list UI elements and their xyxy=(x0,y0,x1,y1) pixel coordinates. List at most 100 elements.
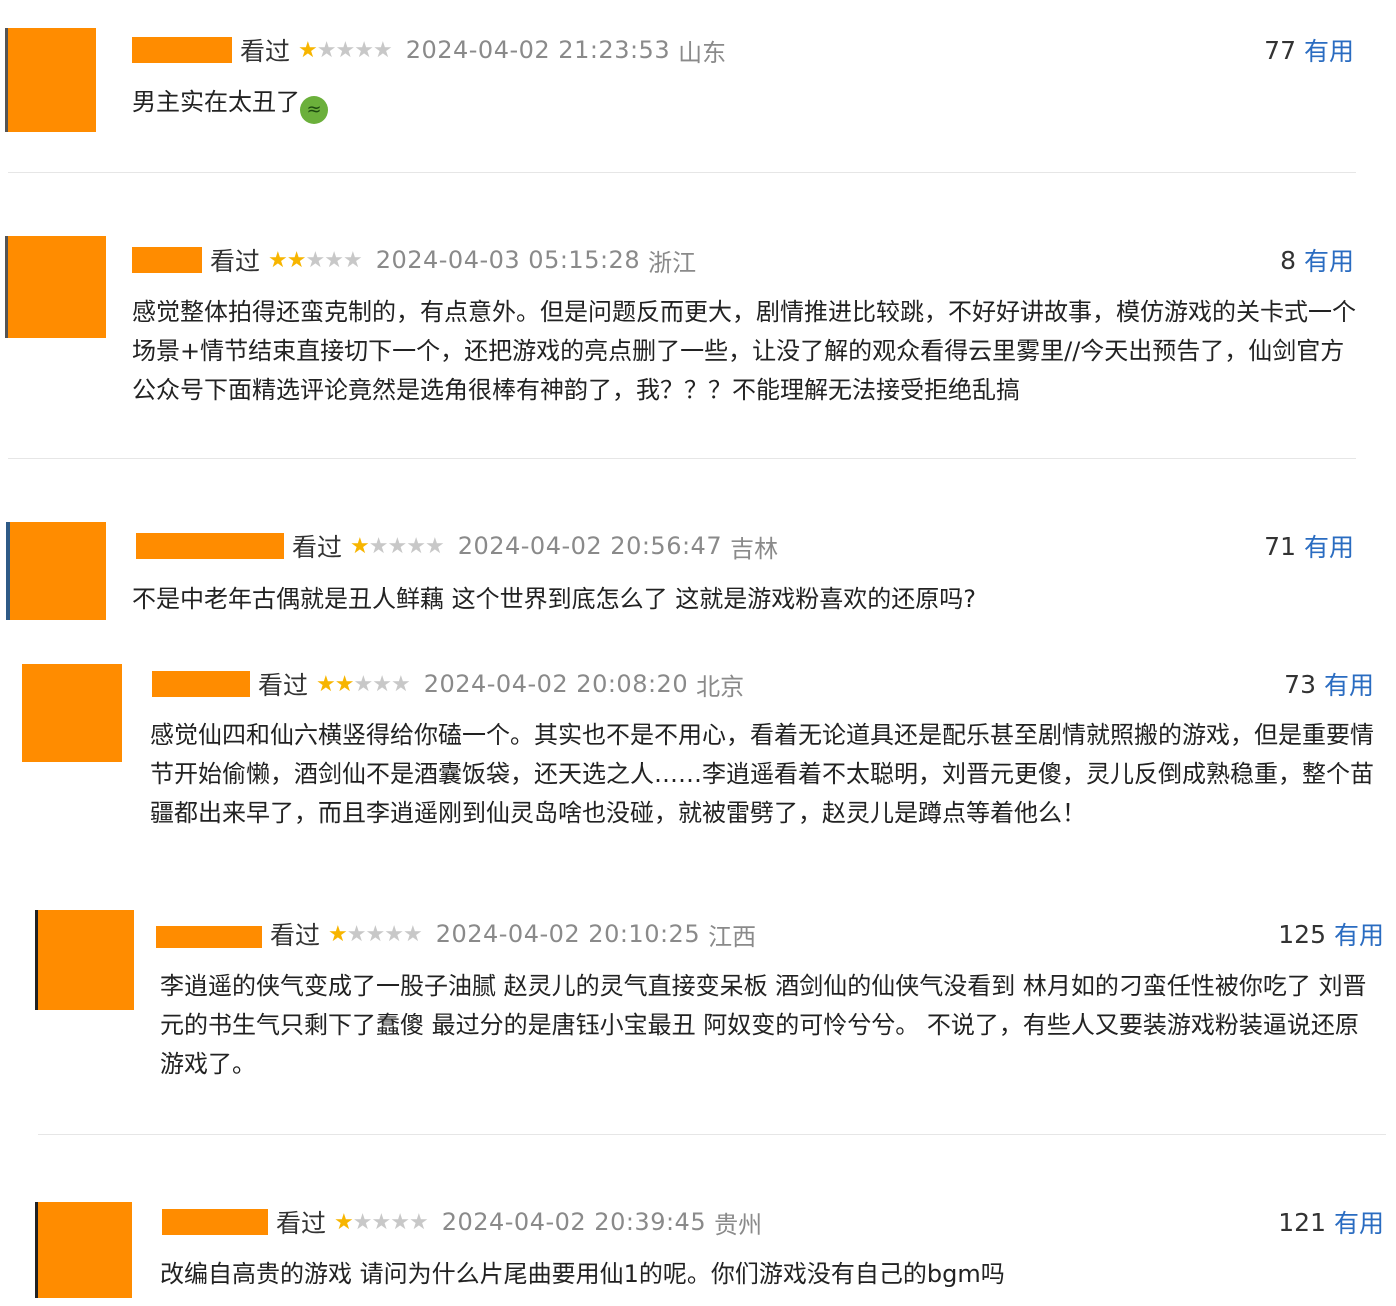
star-empty-icon: ★ xyxy=(372,671,392,697)
vote-area: 71 有用 xyxy=(1264,526,1354,566)
vote-count: 77 xyxy=(1264,35,1296,65)
user-avatar[interactable] xyxy=(38,1202,132,1298)
vote-area: 8 有用 xyxy=(1280,240,1354,280)
review-region: 浙江 xyxy=(648,248,697,277)
review-date: 2024-04-03 05:15:28 xyxy=(375,246,641,274)
review-date: 2024-04-02 20:56:47 xyxy=(457,532,723,560)
star-filled-icon: ★ xyxy=(350,533,370,559)
star-empty-icon: ★ xyxy=(371,1209,391,1235)
user-avatar[interactable] xyxy=(38,910,134,1010)
comment-text: 男主实在太丑了 xyxy=(132,88,300,116)
star-empty-icon: ★ xyxy=(316,37,337,63)
star-filled-icon: ★ xyxy=(316,671,336,697)
rating-stars: ★★★★★ xyxy=(328,921,423,947)
user-avatar[interactable] xyxy=(8,236,106,338)
review-region: 江西 xyxy=(708,922,757,951)
divider xyxy=(38,1134,1386,1135)
review-meta: 看过 ★★★★★ 2024-04-03 05:15:28 浙江 xyxy=(132,240,696,280)
star-empty-icon: ★ xyxy=(352,1209,373,1235)
star-empty-icon: ★ xyxy=(365,921,385,947)
useful-button[interactable]: 有用 xyxy=(1304,32,1354,68)
star-empty-icon: ★ xyxy=(342,247,363,273)
watched-status: 看过 xyxy=(276,1209,327,1238)
watched-status: 看过 xyxy=(270,921,321,950)
review-comment: 不是中老年古偶就是丑人鲜藕 这个世界到底怎么了 这就是游戏粉喜欢的还原吗? xyxy=(132,585,976,613)
rating-stars: ★★★★★ xyxy=(298,37,393,63)
watched-status: 看过 xyxy=(258,671,309,700)
vote-count: 121 xyxy=(1278,1207,1326,1237)
star-filled-icon: ★ xyxy=(268,247,288,273)
review-meta: 看过 ★★★★★ 2024-04-02 21:23:53 山东 xyxy=(132,30,726,70)
watched-status: 看过 xyxy=(210,247,261,276)
review-date: 2024-04-02 21:23:53 xyxy=(405,36,671,64)
review-date: 2024-04-02 20:08:20 xyxy=(423,670,689,698)
watched-status: 看过 xyxy=(240,37,291,66)
star-empty-icon: ★ xyxy=(324,247,344,273)
rating-stars: ★★★★★ xyxy=(268,247,363,273)
watched-status: 看过 xyxy=(292,533,343,562)
vote-area: 77 有用 xyxy=(1264,30,1354,70)
star-empty-icon: ★ xyxy=(408,1209,429,1235)
user-avatar[interactable] xyxy=(10,522,106,620)
review-meta: 看过 ★★★★★ 2024-04-02 20:10:25 江西 xyxy=(156,914,756,954)
review-region: 北京 xyxy=(696,672,745,701)
rating-stars: ★★★★★ xyxy=(350,533,445,559)
star-filled-icon: ★ xyxy=(286,247,307,273)
divider xyxy=(8,458,1356,459)
star-empty-icon: ★ xyxy=(390,1209,410,1235)
star-empty-icon: ★ xyxy=(368,533,389,559)
star-empty-icon: ★ xyxy=(406,533,426,559)
review-meta: 看过 ★★★★★ 2024-04-02 20:08:20 北京 xyxy=(152,664,744,704)
star-filled-icon: ★ xyxy=(334,671,355,697)
review-comment: 感觉整体拍得还蛮克制的，有点意外。但是问题反而更大，剧情推进比较跳，不好好讲故事… xyxy=(132,298,1356,404)
divider xyxy=(8,172,1356,173)
star-empty-icon: ★ xyxy=(424,533,445,559)
vote-count: 71 xyxy=(1264,531,1296,561)
redacted-username[interactable] xyxy=(162,1209,268,1235)
review-comment: 男主实在太丑了 ≈ xyxy=(132,83,1362,124)
vote-area: 121 有用 xyxy=(1278,1202,1384,1242)
review-comment: 改编自高贵的游戏 请问为什么片尾曲要用仙1的呢。你们游戏没有自己的bgm吗 xyxy=(160,1260,1005,1288)
star-filled-icon: ★ xyxy=(334,1209,354,1235)
useful-button[interactable]: 有用 xyxy=(1334,916,1384,952)
nauseated-face-icon: ≈ xyxy=(300,96,328,124)
redacted-username[interactable] xyxy=(132,37,232,63)
review-meta: 看过 ★★★★★ 2024-04-02 20:56:47 吉林 xyxy=(136,526,778,566)
star-empty-icon: ★ xyxy=(346,921,367,947)
review-region: 吉林 xyxy=(730,534,779,563)
star-filled-icon: ★ xyxy=(328,921,348,947)
review-date: 2024-04-02 20:10:25 xyxy=(435,920,701,948)
review-region: 山东 xyxy=(678,38,727,67)
star-empty-icon: ★ xyxy=(335,37,355,63)
vote-count: 8 xyxy=(1280,245,1296,275)
star-empty-icon: ★ xyxy=(305,247,325,273)
vote-area: 125 有用 xyxy=(1278,914,1384,954)
star-empty-icon: ★ xyxy=(354,37,374,63)
review-region: 贵州 xyxy=(714,1210,763,1239)
review-comment: 李逍遥的侠气变成了一股子油腻 赵灵儿的灵气直接变呆板 酒剑仙的仙侠气没看到 林月… xyxy=(160,972,1367,1078)
user-avatar[interactable] xyxy=(22,664,122,762)
rating-stars: ★★★★★ xyxy=(316,671,411,697)
vote-count: 125 xyxy=(1278,919,1326,949)
useful-button[interactable]: 有用 xyxy=(1334,1204,1384,1240)
vote-count: 73 xyxy=(1284,669,1316,699)
star-filled-icon: ★ xyxy=(298,37,318,63)
useful-button[interactable]: 有用 xyxy=(1324,666,1374,702)
user-avatar[interactable] xyxy=(8,28,96,132)
review-comment: 感觉仙四和仙六横竖得给你磕一个。其实也不是不用心，看着无论道具还是配乐甚至剧情就… xyxy=(150,721,1374,827)
star-empty-icon: ★ xyxy=(372,37,393,63)
review-meta: 看过 ★★★★★ 2024-04-02 20:39:45 贵州 xyxy=(162,1202,762,1242)
star-empty-icon: ★ xyxy=(390,671,411,697)
star-empty-icon: ★ xyxy=(353,671,373,697)
redacted-username[interactable] xyxy=(132,247,202,273)
review-date: 2024-04-02 20:39:45 xyxy=(441,1208,707,1236)
useful-button[interactable]: 有用 xyxy=(1304,528,1354,564)
useful-button[interactable]: 有用 xyxy=(1304,242,1354,278)
star-empty-icon: ★ xyxy=(387,533,407,559)
star-empty-icon: ★ xyxy=(402,921,423,947)
vote-area: 73 有用 xyxy=(1284,664,1374,704)
redacted-username[interactable] xyxy=(152,671,250,697)
rating-stars: ★★★★★ xyxy=(334,1209,429,1235)
redacted-username[interactable] xyxy=(136,533,284,559)
redacted-username[interactable] xyxy=(156,926,262,948)
